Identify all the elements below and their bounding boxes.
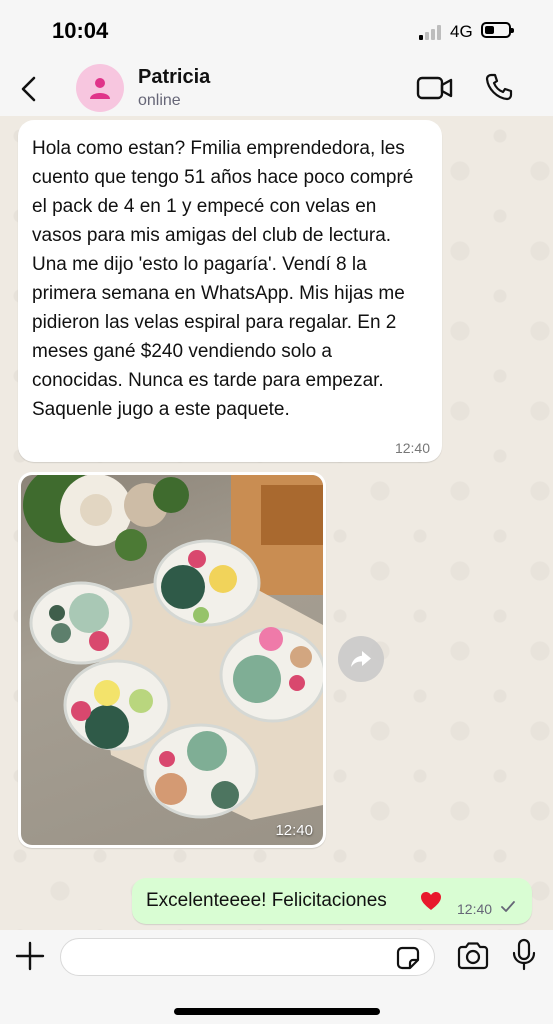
message-text: Excelenteeee! Felicitaciones xyxy=(146,890,387,911)
battery-icon xyxy=(481,22,514,38)
phone-icon xyxy=(485,73,513,101)
message-bubble-outgoing[interactable]: Excelenteeee! Felicitaciones 12:40 xyxy=(132,878,532,924)
camera-icon xyxy=(457,942,489,970)
video-call-button[interactable] xyxy=(416,74,454,102)
contact-status: online xyxy=(138,92,181,109)
status-bar: 10:04 4G xyxy=(0,0,553,60)
avatar[interactable] xyxy=(76,64,124,112)
network-label: 4G xyxy=(450,22,473,41)
signal-icon xyxy=(419,24,443,40)
image-message[interactable]: 12:40 xyxy=(18,472,326,848)
attach-button[interactable] xyxy=(14,940,46,972)
camera-button[interactable] xyxy=(456,940,490,972)
chevron-left-icon xyxy=(21,76,36,102)
voice-call-button[interactable] xyxy=(484,72,514,102)
candles-photo[interactable]: 12:40 xyxy=(21,475,323,845)
photo-illustration xyxy=(23,475,323,820)
message-time: 12:40 xyxy=(457,901,493,917)
image-time: 12:40 xyxy=(275,822,313,839)
message-text: Hola como estan? Fmilia emprendedora, le… xyxy=(32,138,414,420)
status-time: 10:04 xyxy=(52,18,109,43)
sticker-icon xyxy=(396,946,420,970)
chat-header: Patricia online xyxy=(0,60,553,116)
forward-arrow-icon xyxy=(351,651,371,667)
sticker-button[interactable] xyxy=(394,944,422,972)
message-bubble-incoming[interactable]: Hola como estan? Fmilia emprendedora, le… xyxy=(18,120,442,462)
microphone-icon xyxy=(512,938,536,971)
single-check-icon xyxy=(501,901,515,912)
home-indicator xyxy=(174,1008,380,1015)
input-bar xyxy=(0,930,553,1024)
contact-name[interactable]: Patricia xyxy=(138,66,210,89)
plus-icon xyxy=(15,941,45,971)
microphone-button[interactable] xyxy=(510,938,538,972)
back-button[interactable] xyxy=(14,74,44,104)
message-time: 12:40 xyxy=(394,440,430,456)
forward-button[interactable] xyxy=(338,636,384,682)
message-input[interactable] xyxy=(60,938,435,976)
video-camera-icon xyxy=(416,76,453,100)
chat-area[interactable]: Hola como estan? Fmilia emprendedora, le… xyxy=(0,116,553,930)
red-heart-icon xyxy=(421,892,441,910)
person-icon xyxy=(90,78,110,99)
